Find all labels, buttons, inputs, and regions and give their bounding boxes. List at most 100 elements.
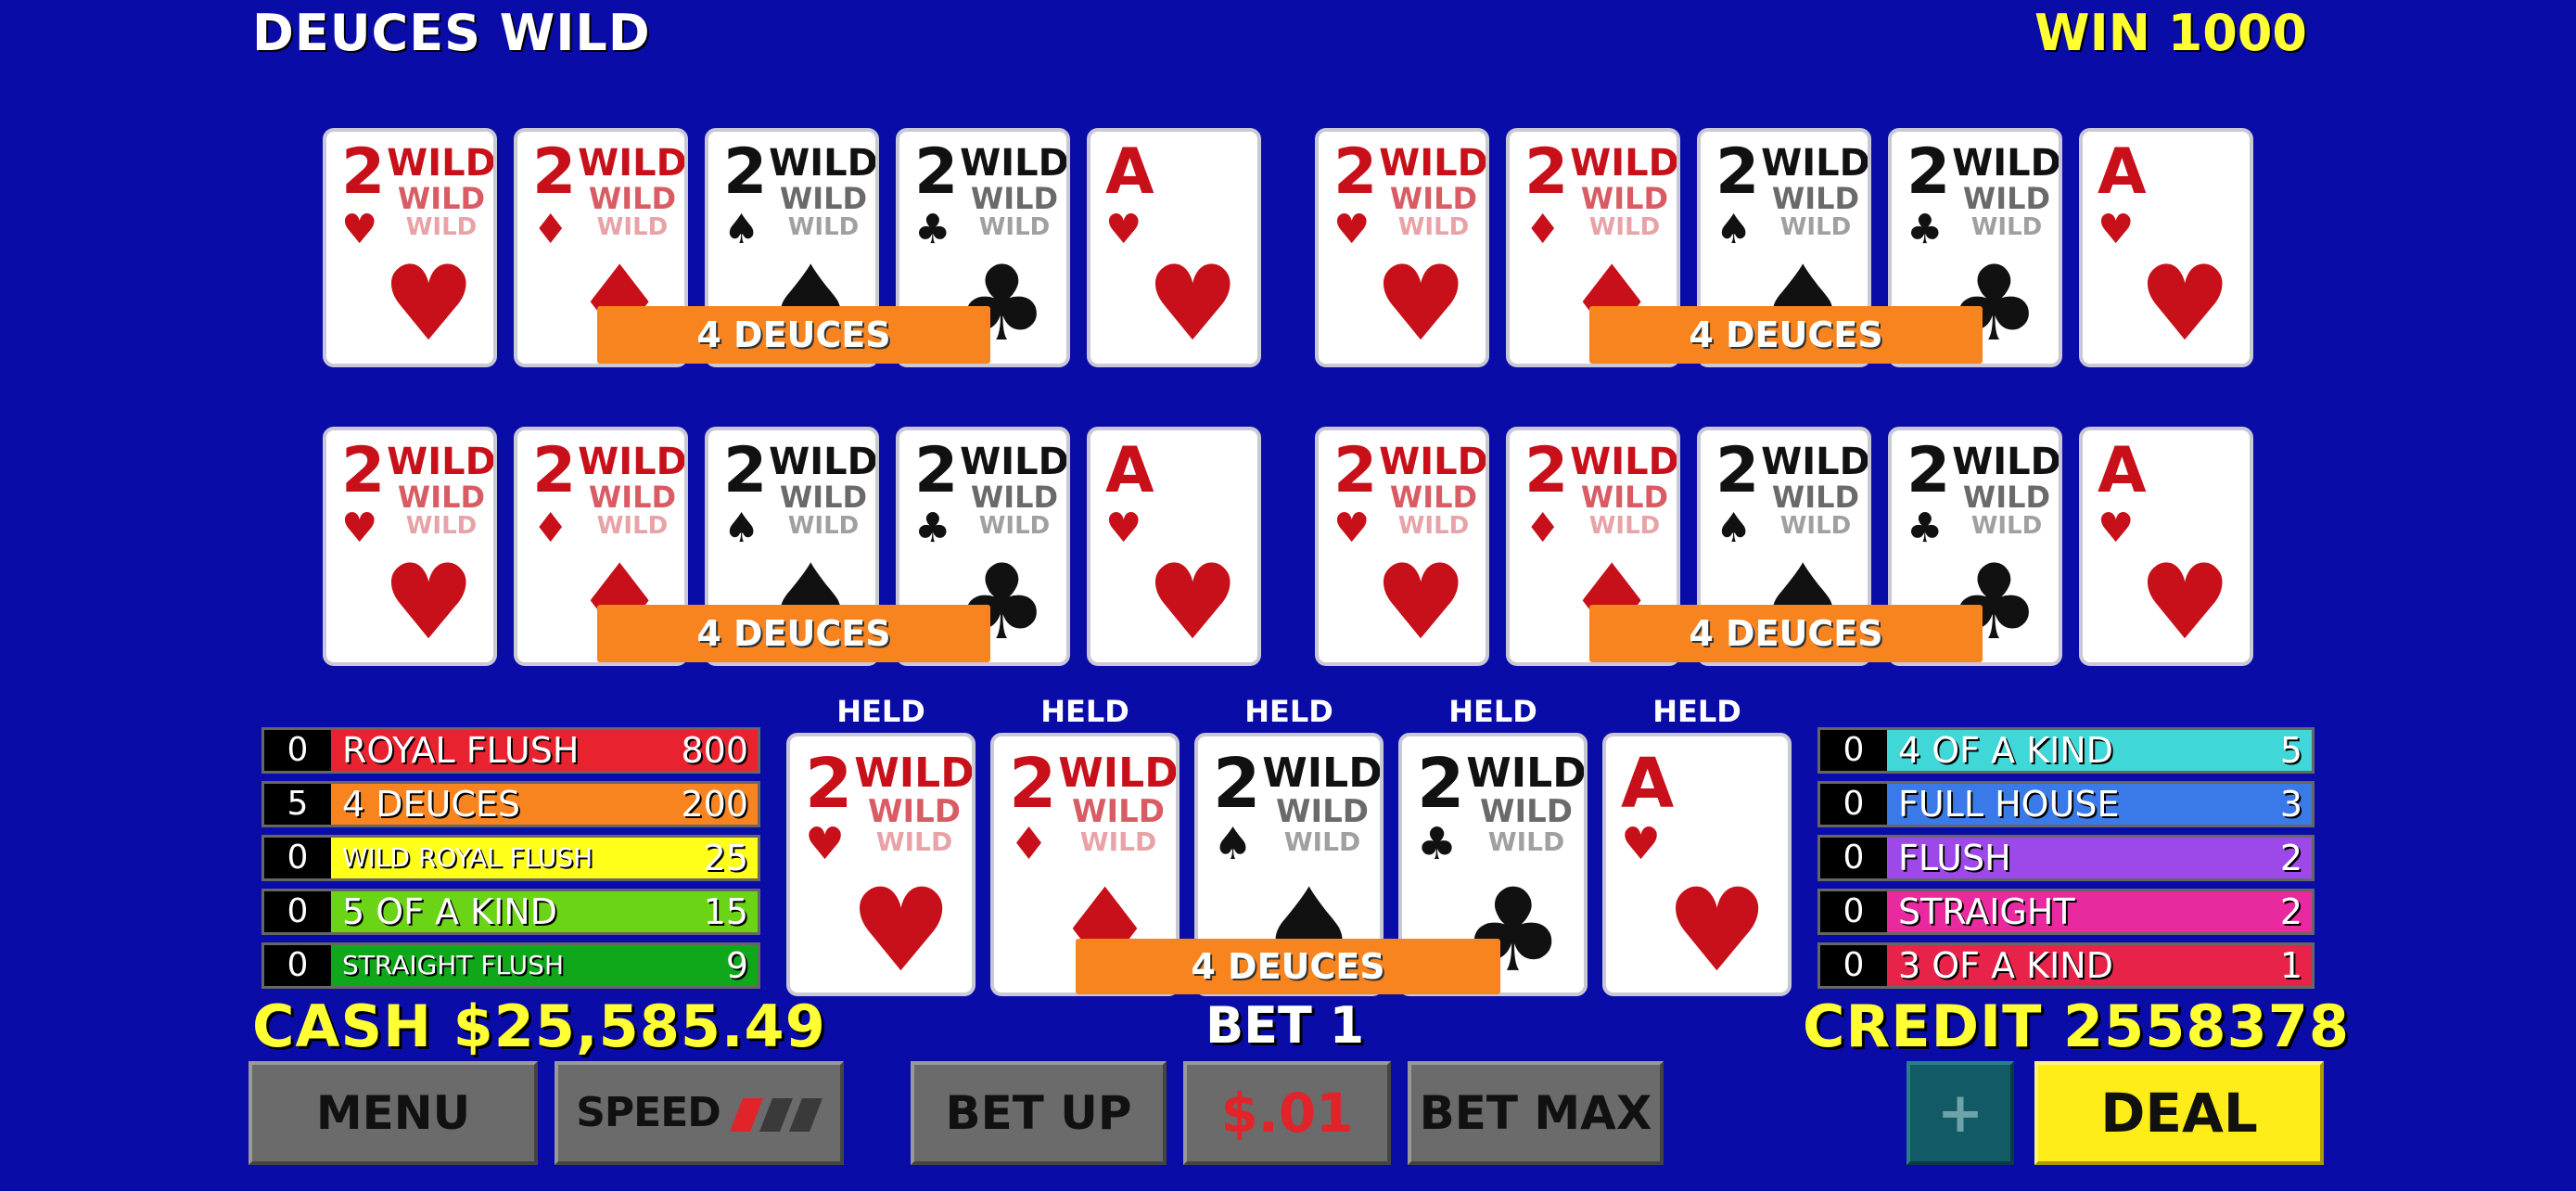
denomination-button[interactable]: $.01	[1183, 1061, 1391, 1165]
wild-text: WILD	[1771, 181, 1860, 216]
paytable-payout: 2	[2279, 891, 2302, 932]
wild-label: WILD WILD WILD	[1758, 443, 1868, 540]
wild-text: WILD	[978, 512, 1051, 540]
deal-button[interactable]: DEAL	[2034, 1061, 2324, 1165]
paytable-hand-name: WILD ROYAL FLUSH	[342, 842, 593, 873]
hand-result-banner: 4 DEUCES	[597, 605, 990, 662]
wild-text: WILD	[1487, 826, 1565, 857]
paytable-payout: 2	[2279, 838, 2302, 878]
wild-text: WILD	[1588, 213, 1661, 241]
heart-icon: ♥	[1105, 505, 1142, 552]
wild-text: WILD	[1397, 512, 1470, 540]
wild-text: WILD	[960, 441, 1069, 483]
paytable-row: 0 4 OF A KIND 5	[1817, 727, 2315, 774]
card[interactable]: 2 ♥ WILD WILD WILD ♥	[786, 733, 976, 996]
wild-text: WILD	[854, 749, 975, 797]
card: 2 ♥ WILD WILD WILD ♥	[1315, 427, 1489, 666]
wild-text: WILD	[588, 181, 677, 216]
card-rank: A	[1105, 135, 1154, 209]
paytable-count: 0	[1820, 945, 1887, 986]
paytable-count: 5	[264, 784, 331, 825]
wild-text: WILD	[1970, 213, 2043, 241]
plus-button[interactable]: +	[1906, 1061, 2014, 1165]
game-title: DEUCES WILD	[252, 4, 651, 62]
card: A ♥ ♥	[2079, 128, 2253, 367]
club-icon: ♣	[1417, 818, 1458, 870]
paytable-count: 0	[264, 838, 331, 878]
speed-button-label: SPEED	[576, 1089, 721, 1136]
wild-text: WILD	[978, 213, 1051, 241]
paytable-hand-name: 4 DEUCES	[342, 784, 521, 825]
paytable-count: 0	[1820, 784, 1887, 825]
diamond-icon: ♦	[1524, 206, 1562, 253]
card-rank: 2	[532, 434, 577, 507]
paytable-count: 0	[264, 945, 331, 986]
held-label: HELD	[836, 694, 925, 729]
heart-pip-icon: ♥	[1146, 543, 1240, 663]
card-rank: A	[1621, 744, 1675, 824]
club-icon: ♣	[914, 505, 951, 552]
wild-text: WILD	[1779, 512, 1852, 540]
paytable-payout: 3	[2279, 784, 2302, 825]
wild-text: WILD	[1079, 826, 1157, 857]
held-label: HELD	[1652, 694, 1741, 729]
heart-icon: ♥	[1333, 505, 1371, 552]
card-rank: 2	[1333, 434, 1378, 507]
wild-label: WILD WILD WILD	[384, 142, 496, 239]
wild-text: WILD	[405, 512, 478, 540]
speed-stripes-icon	[729, 1098, 823, 1132]
paytable-row: 0 FLUSH 2	[1817, 835, 2315, 881]
card-rank: 2	[1333, 135, 1378, 209]
paytable-payout: 800	[681, 730, 748, 771]
card-rank: 2	[1906, 135, 1951, 209]
card-rank: 2	[341, 434, 386, 507]
wild-text: WILD	[588, 480, 677, 515]
card-rank: A	[2098, 434, 2147, 507]
wild-label: WILD WILD WILD	[853, 749, 975, 855]
card: A ♥ ♥	[1087, 128, 1261, 367]
wild-text: WILD	[1580, 181, 1669, 216]
paytable-row: 0 5 OF A KIND 15	[261, 889, 760, 935]
wild-text: WILD	[1952, 142, 2061, 185]
diamond-icon: ♦	[532, 505, 569, 552]
win-amount: WIN 1000	[2034, 4, 2307, 62]
paytable-payout: 1	[2279, 945, 2302, 986]
wild-label: WILD WILD WILD	[1949, 142, 2061, 241]
heart-pip-icon: ♥	[2138, 543, 2232, 663]
wild-label: WILD WILD WILD	[766, 443, 875, 538]
speed-button[interactable]: SPEED	[555, 1061, 844, 1165]
paytable-count: 0	[1820, 838, 1887, 878]
paytable-row: 0 WILD ROYAL FLUSH 25	[261, 835, 760, 881]
wild-text: WILD	[779, 480, 868, 515]
heart-icon: ♥	[1105, 206, 1142, 253]
paytable-row: 0 STRAIGHT FLUSH 9	[261, 942, 760, 989]
card-rank: 2	[532, 135, 577, 209]
wild-text: WILD	[1283, 826, 1361, 857]
bet-max-button[interactable]: BET MAX	[1408, 1061, 1664, 1165]
heart-pip-icon: ♥	[1146, 244, 1240, 365]
wild-text: WILD	[387, 142, 496, 185]
wild-text: WILD	[970, 480, 1059, 515]
credit-display: CREDIT 2558378	[1803, 992, 2350, 1060]
wild-label: WILD WILD WILD	[575, 443, 684, 538]
card-rank: 2	[1524, 135, 1569, 209]
wild-text: WILD	[387, 441, 496, 483]
wild-text: WILD	[1275, 793, 1370, 830]
card-rank: A	[1105, 434, 1154, 507]
held-label: HELD	[1244, 694, 1333, 729]
card: 2 ♥ WILD WILD WILD ♥	[1315, 128, 1489, 367]
wild-label: WILD WILD WILD	[575, 145, 684, 239]
deal-button-label: DEAL	[2100, 1082, 2258, 1145]
heart-icon: ♥	[1333, 206, 1371, 253]
bet-up-button[interactable]: BET UP	[911, 1061, 1167, 1165]
spade-icon: ♠	[723, 505, 760, 552]
wild-text: WILD	[1761, 142, 1870, 185]
menu-button[interactable]: MENU	[249, 1061, 538, 1165]
heart-pip-icon: ♥	[382, 543, 476, 663]
menu-button-label: MENU	[315, 1086, 471, 1140]
heart-icon: ♥	[805, 818, 846, 870]
card[interactable]: A ♥ ♥	[1602, 733, 1792, 996]
paytable-row: 0 ROYAL FLUSH 800	[261, 727, 760, 774]
card-rank: 2	[914, 135, 959, 209]
card-rank: 2	[723, 434, 768, 507]
